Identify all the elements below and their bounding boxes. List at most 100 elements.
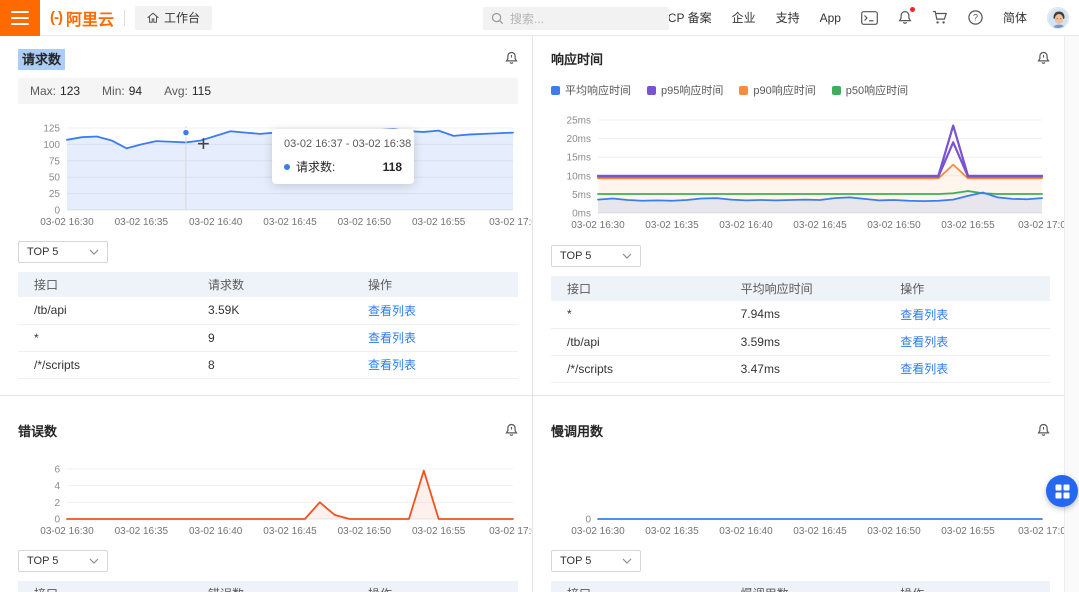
svg-text:03-02 17:0: 03-02 17:0 <box>1018 220 1064 231</box>
svg-text:75: 75 <box>49 156 61 167</box>
tooltip-series-value: 118 <box>382 159 402 174</box>
svg-text:03-02 16:40: 03-02 16:40 <box>719 526 773 537</box>
alarm-bell-icon[interactable] <box>1037 423 1050 437</box>
workbench-button[interactable]: 工作台 <box>135 5 213 30</box>
chart-tooltip: 03-02 16:37 - 03-02 16:38 请求数: 118 <box>272 129 414 184</box>
col-value: 慢调用数 <box>740 581 901 592</box>
view-list-link[interactable]: 查看列表 <box>900 335 948 349</box>
legend-swatch-icon <box>831 85 841 95</box>
cell-action: 查看列表 <box>900 328 1050 356</box>
errors-chart-area[interactable]: 0 2 4 6 03-02 16:30 03-02 16:35 03-02 16:40 03-… <box>18 454 532 542</box>
svg-text:03-02 16:30: 03-02 16:30 <box>40 526 94 537</box>
cell-value: 9 <box>208 324 368 352</box>
svg-text:03-02 16:45: 03-02 16:45 <box>263 526 317 537</box>
svg-text:0: 0 <box>54 515 60 526</box>
selected-text-highlight: 请求数 <box>18 48 66 70</box>
svg-text:03-02 17:0: 03-02 17:0 <box>1018 526 1064 537</box>
notification-bell-icon[interactable] <box>898 7 915 25</box>
alarm-bell-icon[interactable] <box>1037 51 1050 65</box>
svg-text:03-02 16:55: 03-02 16:55 <box>941 220 995 231</box>
legend-swatch-icon <box>739 85 749 95</box>
chevron-down-icon <box>89 558 99 564</box>
response-line-chart[interactable]: 0ms 5ms 10ms 15ms 20ms 25ms 03-02 16:30 03-02 1… <box>551 106 1064 233</box>
cell-action: 查看列表 <box>900 355 1050 383</box>
legend-label: p90响应时间 <box>753 85 816 97</box>
svg-text:0: 0 <box>54 206 60 217</box>
slow-calls-chart-area[interactable]: 0 03-02 16:30 03-02 16:35 03-02 16:40 03-02 … <box>551 454 1064 542</box>
tooltip-series-row: 请求数: 118 <box>284 158 402 175</box>
legend-item[interactable]: p90响应时间 <box>739 82 816 98</box>
cart-icon[interactable] <box>932 10 948 25</box>
nav-item-enterprise[interactable]: 企业 <box>732 9 756 26</box>
col-value: 错误数 <box>208 581 368 592</box>
cell-api: /*/scripts <box>551 355 741 383</box>
alarm-bell-icon[interactable] <box>505 423 518 437</box>
top-filter-select[interactable]: TOP 5 <box>551 245 641 267</box>
slow-calls-line-chart[interactable]: 003-02 16:30 03-02 16:35 03-02 16:40 03-02 … <box>551 454 1064 542</box>
col-value: 请求数 <box>208 272 368 297</box>
svg-text:03-02 17:0: 03-02 17:0 <box>489 217 533 228</box>
svg-text:03-02 16:55: 03-02 16:55 <box>412 526 466 537</box>
panel-title-slow-calls: 慢调用数 <box>551 423 604 439</box>
view-list-link[interactable]: 查看列表 <box>368 304 416 318</box>
nav-item-icp[interactable]: ICP 备案 <box>664 9 711 26</box>
panel-title-requests: 请求数 <box>18 48 66 70</box>
alarm-bell-icon[interactable] <box>505 51 518 65</box>
response-chart-area[interactable]: 0ms 5ms 10ms 15ms 20ms 25ms 03-02 16:30 03-02 1… <box>551 106 1064 233</box>
stat-avg: Avg: 115 <box>164 84 212 98</box>
svg-text:20ms: 20ms <box>567 134 591 145</box>
requests-chart-area[interactable]: 0 25 50 75 100 125 03-02 16:30 03-02 16:35 03-02… <box>18 114 532 229</box>
cell-value: 7.94ms <box>740 301 901 329</box>
top-filter-select[interactable]: TOP 5 <box>18 550 108 572</box>
nav-item-app[interactable]: App <box>820 11 841 25</box>
top-filter-select[interactable]: TOP 5 <box>551 550 641 572</box>
col-value: 平均响应时间 <box>740 276 901 301</box>
aliyun-logo[interactable]: (-) 阿里云 <box>50 6 114 30</box>
svg-text:5ms: 5ms <box>572 190 591 201</box>
search-icon <box>491 12 504 25</box>
search-input[interactable] <box>510 11 640 26</box>
legend-item[interactable]: 平均响应时间 <box>551 82 631 98</box>
panel-title-response: 响应时间 <box>551 51 604 67</box>
col-action: 操作 <box>368 581 518 592</box>
table-header-row: 接口 平均响应时间 操作 <box>551 276 1050 301</box>
help-icon[interactable]: ? <box>968 10 983 25</box>
view-list-link[interactable]: 查看列表 <box>368 331 416 345</box>
panel-requests: 请求数 Max: 123 Min: 94 Avg: 115 0 25 50 75 100 125… <box>0 36 533 396</box>
top-filter-select[interactable]: TOP 5 <box>18 241 108 263</box>
svg-text:125: 125 <box>43 124 60 135</box>
svg-text:03-02 16:45: 03-02 16:45 <box>793 220 847 231</box>
view-list-link[interactable]: 查看列表 <box>368 358 416 372</box>
locale-switcher[interactable]: 简体 <box>1003 9 1027 26</box>
table-row: /*/scripts 3.47ms 查看列表 <box>551 355 1050 383</box>
series-dot-icon <box>284 163 290 170</box>
notification-badge <box>909 7 915 12</box>
nav-item-support[interactable]: 支持 <box>776 9 800 26</box>
table-header-row: 接口 请求数 操作 <box>18 272 518 297</box>
stat-max: Max: 123 <box>30 84 81 98</box>
svg-text:03-02 16:35: 03-02 16:35 <box>115 217 169 228</box>
svg-text:50: 50 <box>49 173 61 184</box>
stat-min: Min: 94 <box>102 84 143 98</box>
scrollbar-track[interactable] <box>1064 36 1079 592</box>
table-row: * 7.94ms 查看列表 <box>551 301 1050 329</box>
svg-text:03-02 16:40: 03-02 16:40 <box>189 526 243 537</box>
grid-icon <box>1055 484 1069 498</box>
app-grid-fab[interactable] <box>1046 475 1078 507</box>
global-search[interactable] <box>483 7 669 30</box>
cell-api: * <box>18 324 208 352</box>
col-api: 接口 <box>551 276 741 301</box>
errors-line-chart[interactable]: 0 2 4 6 03-02 16:30 03-02 16:35 03-02 16:40 03-… <box>18 454 532 542</box>
col-action: 操作 <box>900 276 1050 301</box>
svg-text:15ms: 15ms <box>567 153 591 164</box>
hamburger-menu-icon[interactable] <box>0 0 40 36</box>
view-list-link[interactable]: 查看列表 <box>900 308 948 322</box>
svg-text:03-02 16:55: 03-02 16:55 <box>412 217 466 228</box>
terminal-icon[interactable] <box>861 10 878 25</box>
svg-text:03-02 16:55: 03-02 16:55 <box>941 526 995 537</box>
requests-line-chart[interactable]: 0 25 50 75 100 125 03-02 16:30 03-02 16:35 03-02… <box>18 114 532 229</box>
user-avatar[interactable] <box>1047 6 1069 29</box>
legend-item[interactable]: p50响应时间 <box>831 82 908 98</box>
legend-item[interactable]: p95响应时间 <box>647 82 723 98</box>
view-list-link[interactable]: 查看列表 <box>900 362 948 376</box>
